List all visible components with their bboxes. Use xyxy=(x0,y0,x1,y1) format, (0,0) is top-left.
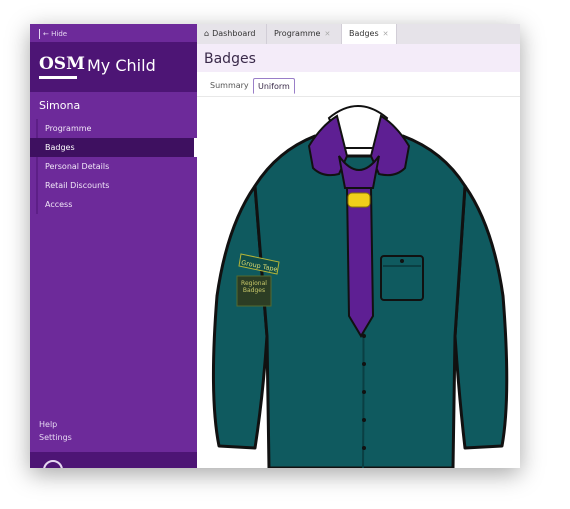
child-name: Simona xyxy=(39,99,81,112)
patch-label: Regional Badges xyxy=(241,280,267,294)
sidebar-item-programme[interactable]: Programme xyxy=(30,119,197,138)
page-title: Badges xyxy=(204,51,256,67)
tab-label: Programme xyxy=(274,29,321,38)
subtab-uniform[interactable]: Uniform xyxy=(253,78,295,94)
sidebar-item-access[interactable]: Access xyxy=(30,195,197,214)
tab-badges[interactable]: Badges ✕ xyxy=(342,24,397,44)
sidebar-item-retail-discounts[interactable]: Retail Discounts xyxy=(30,176,197,195)
sidebar-account-bar xyxy=(30,452,197,468)
tab-bar: ⌂ Dashboard Programme ✕ Badges ✕ xyxy=(197,24,520,44)
sidebar: ← Hide OSM My Child Simona Programme Bad… xyxy=(30,24,197,468)
hide-arrow-icon: ← xyxy=(43,30,49,38)
scarf-tail xyxy=(345,187,375,338)
osm-logo-underline xyxy=(39,76,77,79)
sidebar-item-label: Badges xyxy=(45,143,75,152)
sidebar-nav: Programme Badges Personal Details Retail… xyxy=(30,119,197,214)
hide-sidebar-button[interactable]: ← Hide xyxy=(39,28,67,40)
brand-name: My Child xyxy=(87,56,156,75)
hide-bar-icon xyxy=(39,29,40,39)
sidebar-item-label: Programme xyxy=(45,124,92,133)
subtab-summary[interactable]: Summary xyxy=(206,78,253,94)
sidebar-item-label: Retail Discounts xyxy=(45,181,110,190)
sidebar-item-label: Personal Details xyxy=(45,162,110,171)
hide-label: Hide xyxy=(51,30,68,38)
avatar[interactable] xyxy=(43,460,63,468)
close-icon[interactable]: ✕ xyxy=(383,30,389,38)
tab-dashboard[interactable]: ⌂ Dashboard xyxy=(197,24,267,44)
page-header: Badges xyxy=(197,44,520,72)
sidebar-footer: Help Settings xyxy=(39,418,72,444)
woggle[interactable] xyxy=(347,192,371,208)
osm-logo-text: OSM xyxy=(39,54,85,74)
brand-header[interactable]: OSM My Child xyxy=(30,42,197,92)
tab-label: Dashboard xyxy=(212,29,256,38)
patch-regional-badges[interactable]: Regional Badges xyxy=(236,275,272,307)
close-icon[interactable]: ✕ xyxy=(324,30,330,38)
uniform-shirt-diagram: Group Tape Regional Badges xyxy=(211,105,509,468)
subtab-bar: Summary Uniform xyxy=(197,72,520,97)
app-window: ← Hide OSM My Child Simona Programme Bad… xyxy=(30,24,520,468)
sidebar-item-label: Access xyxy=(45,200,73,209)
help-link[interactable]: Help xyxy=(39,418,72,431)
tab-programme[interactable]: Programme ✕ xyxy=(267,24,342,44)
settings-link[interactable]: Settings xyxy=(39,431,72,444)
main-content: ⌂ Dashboard Programme ✕ Badges ✕ Badges Sum… xyxy=(197,24,520,468)
tab-label: Badges xyxy=(349,29,379,38)
shirt-pocket xyxy=(380,255,424,301)
sidebar-item-badges[interactable]: Badges xyxy=(30,138,197,157)
home-icon: ⌂ xyxy=(204,29,210,38)
osm-logo: OSM xyxy=(39,54,85,79)
sidebar-item-personal-details[interactable]: Personal Details xyxy=(30,157,197,176)
